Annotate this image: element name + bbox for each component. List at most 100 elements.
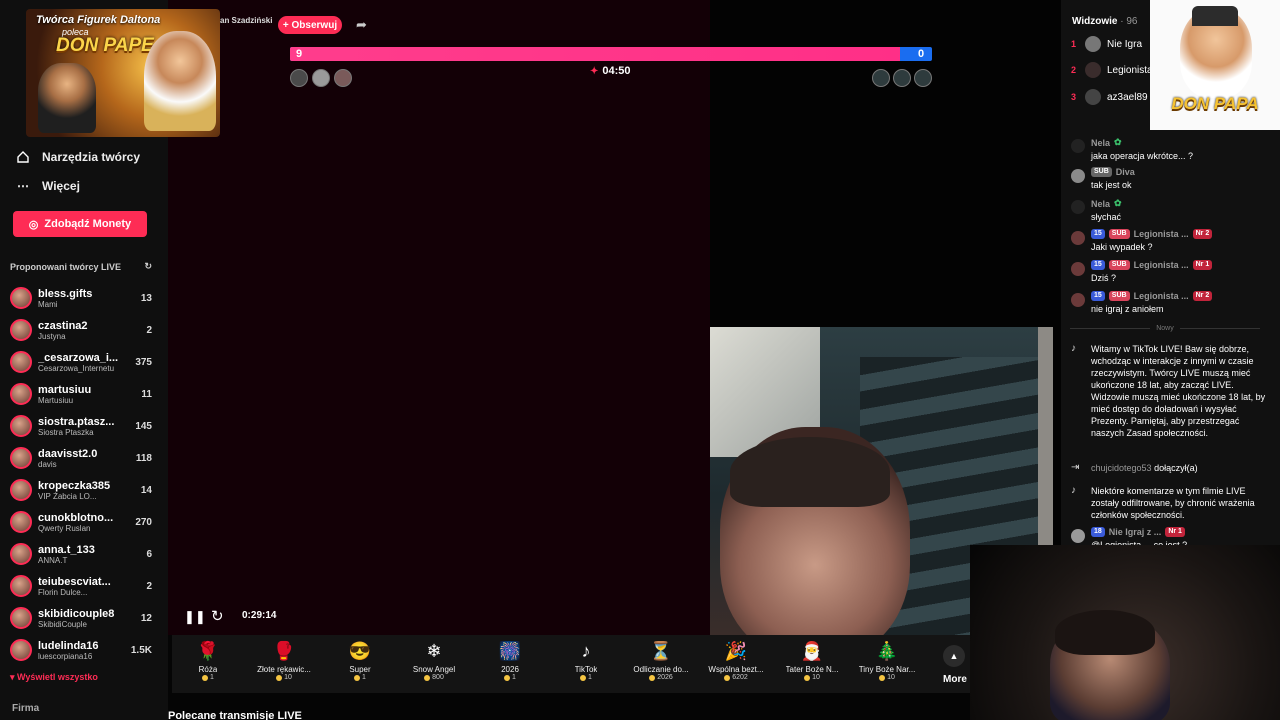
mascot-hat xyxy=(1192,6,1238,26)
creator-nickname: ANNA.T xyxy=(38,555,68,565)
battle-timer-value: 04:50 xyxy=(602,65,631,77)
creator-item[interactable]: kropeczka385 VIP Żabcia LO... 14 xyxy=(10,475,152,505)
creator-nickname: SkibidiCouple xyxy=(38,619,87,629)
viewers-title: Widzowie xyxy=(1072,16,1118,27)
show-all-link[interactable]: ▾ Wyświetl wszystko xyxy=(10,672,98,683)
creator-item[interactable]: anna.t_133 ANNA.T 6 xyxy=(10,539,152,569)
rank-badge: Nr 2 xyxy=(1192,291,1213,301)
viewers-header[interactable]: Widzowie · 96 xyxy=(1072,16,1137,27)
battle-timer: ✦ 04:50 xyxy=(590,65,631,77)
gift-item[interactable]: 🌹 Róża 1 xyxy=(172,639,244,682)
supporter-avatar[interactable] xyxy=(872,69,890,87)
brand-overlay: DON PAPA xyxy=(1150,0,1280,130)
refresh-icon[interactable]: ↻ xyxy=(144,261,152,272)
sponsor-logo: DON PAPE xyxy=(56,35,154,56)
creator-item[interactable]: martusiuu Martusiuu 11 xyxy=(10,379,152,409)
viewer-count: 118 xyxy=(135,452,152,464)
creator-item[interactable]: bless.gifts Mami 13 xyxy=(10,283,152,313)
more-gifts-button[interactable]: More xyxy=(943,674,967,685)
fireworks-icon: 🎆 xyxy=(498,640,522,661)
supporter-avatar[interactable] xyxy=(893,69,911,87)
chat-username[interactable]: Diva xyxy=(1116,167,1135,177)
creator-item[interactable]: _cesarzowa_i... Cesarzowa_Internetu 375 xyxy=(10,347,152,377)
creator-item[interactable]: cunokblotno... Qwerty Ruslan 270 xyxy=(10,507,152,537)
chat-username[interactable]: Nela xyxy=(1091,199,1110,209)
top-viewer[interactable]: 2 Legionista xyxy=(1071,62,1153,78)
gift-item[interactable]: ❄ Snow Angel 800 xyxy=(398,639,470,682)
top-viewer[interactable]: 1 Nie Igra xyxy=(1071,36,1142,52)
tiktok-live-page: Narzędzia twórcy ⋯ Więcej ◎ Zdobądź Mone… xyxy=(0,0,1280,720)
gift-label: Złote rękawic... xyxy=(257,665,311,674)
get-coins-button[interactable]: ◎ Zdobądź Monety xyxy=(13,211,147,237)
system-text: Witamy w TikTok LIVE! Baw się dobrze, wc… xyxy=(1091,344,1266,438)
host-name[interactable]: an Szadziński xyxy=(220,16,272,25)
chat-message: 18 Nie Igraj z ... Nr 1 @Legionista ... co … xyxy=(1071,527,1269,547)
sub-badge: SUB xyxy=(1108,291,1130,301)
avatar xyxy=(10,447,32,469)
avatar xyxy=(10,607,32,629)
supporter-avatar[interactable] xyxy=(914,69,932,87)
gift-item[interactable]: 🎅 Tater Boże N... 10 xyxy=(776,639,848,682)
creator-item[interactable]: czastina2 Justyna 2 xyxy=(10,315,152,345)
top-viewer[interactable]: 3 az3ael89 xyxy=(1071,89,1148,105)
creator-item[interactable]: ludelinda16 luescorpiana16 1.5K xyxy=(10,635,152,665)
chat-text: nie igraj z aniołem xyxy=(1091,304,1164,314)
chat-username[interactable]: Nela xyxy=(1091,138,1110,148)
chat-text: słychać xyxy=(1091,212,1122,222)
rank-number: 1 xyxy=(1071,39,1077,49)
rank-badge: Nr 1 xyxy=(1192,260,1213,270)
gift-item[interactable]: 🎄 Tiny Boże Nar... 10 xyxy=(851,639,923,682)
gift-price: 6202 xyxy=(724,674,748,681)
creator-name: martusiuu xyxy=(38,383,92,396)
footer-company[interactable]: Firma xyxy=(12,703,39,714)
chevron-up-icon[interactable]: ▲ xyxy=(943,645,965,667)
gift-item[interactable]: ⏳ Odliczanie do... 2026 xyxy=(625,639,697,682)
replay-icon[interactable]: ↻ xyxy=(211,607,224,625)
creator-nickname: Justyna xyxy=(38,331,66,341)
follow-button[interactable]: + Obserwuj xyxy=(278,16,342,34)
system-text: Niektóre komentarze w tym filmie LIVE zo… xyxy=(1091,486,1255,520)
level-badge: 15 xyxy=(1091,291,1105,301)
share-icon[interactable]: ➦ xyxy=(356,17,367,33)
figure-image xyxy=(38,63,96,133)
chat-username[interactable]: Legionista ... xyxy=(1134,291,1189,301)
show-all-label: Wyświetl wszystko xyxy=(17,672,98,682)
brand-logo-text: DON PAPA xyxy=(1171,94,1259,113)
battle-left-side xyxy=(168,0,710,635)
chat-message: Nela ✿ słychać xyxy=(1071,198,1269,223)
rank-badge: Nr 1 xyxy=(1165,527,1185,537)
avatar xyxy=(1071,293,1085,307)
gift-item[interactable]: 😎 Super 1 xyxy=(324,639,396,682)
gift-item[interactable]: 🎉 Wspólna bezt... 6202 xyxy=(700,639,772,682)
chat-username[interactable]: Nie Igraj z ... xyxy=(1109,527,1162,537)
pause-icon[interactable]: ❚❚ xyxy=(184,609,206,625)
nav-more[interactable]: ⋯ Więcej xyxy=(16,179,80,193)
viewer-count: 2 xyxy=(146,324,152,336)
system-message: ♪ Witamy w TikTok LIVE! Baw się dobrze, w… xyxy=(1071,343,1269,439)
creator-item[interactable]: skibidicouple8 SkibidiCouple 12 xyxy=(10,603,152,633)
gift-price: 1 xyxy=(580,674,592,681)
join-icon: ⇥ xyxy=(1071,462,1080,473)
streamer-webcam xyxy=(970,545,1280,720)
rank-number: 2 xyxy=(1071,65,1077,75)
supporter-avatar[interactable] xyxy=(290,69,308,87)
chat-username[interactable]: Legionista ... xyxy=(1134,229,1189,239)
gift-item[interactable]: 🥊 Złote rękawic... 10 xyxy=(248,639,320,682)
gift-item[interactable]: ♪ TikTok 1 xyxy=(550,639,622,682)
join-username[interactable]: chujcidotego53 xyxy=(1091,463,1152,473)
supporter-avatar[interactable] xyxy=(312,69,330,87)
viewer-name: az3ael89 xyxy=(1107,91,1148,103)
level-badge: 15 xyxy=(1091,260,1105,270)
chat-username[interactable]: Legionista ... xyxy=(1134,260,1189,270)
new-label: Nowy xyxy=(1156,325,1174,332)
person-hair xyxy=(730,437,890,507)
suggested-creators-title: Proponowani twórcy LIVE xyxy=(10,261,122,272)
creator-item[interactable]: daavisst2.0 davis 118 xyxy=(10,443,152,473)
creator-item[interactable]: teiubescviat... Florin Dulce... 2 xyxy=(10,571,152,601)
elapsed-time: 0:29:14 xyxy=(242,610,277,621)
gift-item[interactable]: 🎆 2026 1 xyxy=(474,639,546,682)
supporter-avatar[interactable] xyxy=(334,69,352,87)
creator-item[interactable]: siostra.ptasz... Siostra Ptaszka 145 xyxy=(10,411,152,441)
nav-creator-tools[interactable]: Narzędzia twórcy xyxy=(16,150,140,164)
gift-price: 10 xyxy=(879,674,895,681)
